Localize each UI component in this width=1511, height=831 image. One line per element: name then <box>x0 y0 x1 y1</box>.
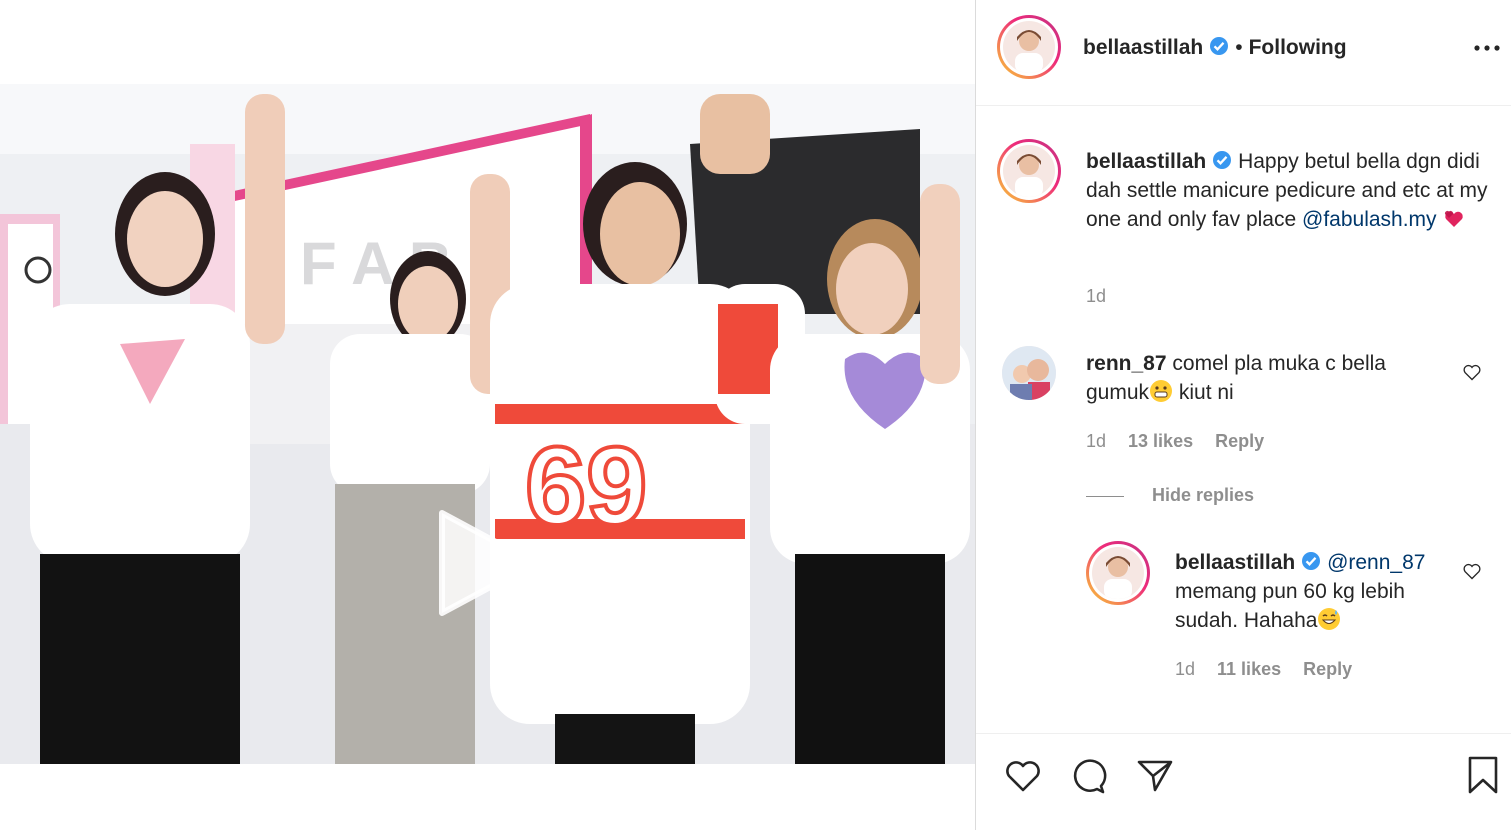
heart-icon[interactable] <box>1002 754 1044 796</box>
comment-meta: 1d 13 likes Reply <box>1086 431 1286 452</box>
hide-replies-line <box>1086 495 1124 497</box>
play-icon[interactable] <box>437 508 547 618</box>
reply-reply-button[interactable]: Reply <box>1303 659 1352 679</box>
grinning-sweat-icon <box>1318 608 1341 630</box>
author-username[interactable]: bellaastillah <box>1083 36 1203 59</box>
reply-time[interactable]: 1d <box>1175 659 1195 679</box>
commenter-avatar[interactable] <box>1002 346 1056 400</box>
grinning-face-icon <box>1150 380 1173 402</box>
post-video[interactable]: F A B U 69 <box>0 84 975 764</box>
two-hearts-icon <box>1445 210 1464 227</box>
reply-meta: 1d 11 likes Reply <box>1175 659 1374 680</box>
bookmark-icon[interactable] <box>1462 754 1504 796</box>
reply-username[interactable]: bellaastillah <box>1175 551 1295 574</box>
video-frame: F A B U 69 <box>0 84 975 764</box>
caption-mention-link[interactable]: @fabulash.my <box>1302 208 1437 231</box>
caption-avatar[interactable] <box>997 139 1061 203</box>
comment-text-tail: kiut ni <box>1173 381 1234 404</box>
comment-likes[interactable]: 13 likes <box>1128 431 1193 451</box>
media-column: F A B U 69 <box>0 0 975 830</box>
reply-mention-link[interactable]: @renn_87 <box>1327 551 1425 574</box>
header-title-row: bellaastillah • Following <box>1083 36 1347 60</box>
hide-replies-button[interactable]: Hide replies <box>1086 485 1254 506</box>
share-icon[interactable] <box>1134 754 1176 796</box>
caption-meta: 1d <box>1086 286 1128 307</box>
more-options-icon[interactable] <box>1473 38 1501 58</box>
author-avatar[interactable] <box>997 15 1061 79</box>
following-button[interactable]: Following <box>1249 36 1347 59</box>
comment-reply-button[interactable]: Reply <box>1215 431 1264 451</box>
post-action-bar <box>976 733 1511 831</box>
verified-badge-icon <box>1210 37 1229 55</box>
caption-username[interactable]: bellaastillah <box>1086 150 1206 173</box>
comment-time[interactable]: 1d <box>1086 431 1106 451</box>
comment-username[interactable]: renn_87 <box>1086 352 1167 375</box>
post-sidebar: bellaastillah • Following bellaastillah Ha… <box>976 0 1511 830</box>
comment-item: renn_87 comel pla muka c bella gumuk kiu… <box>1086 349 1446 407</box>
separator-dot: • <box>1235 36 1243 59</box>
reply-avatar[interactable] <box>1086 541 1150 605</box>
reply-item: bellaastillah @renn_87 memang pun 60 kg … <box>1175 548 1455 635</box>
verified-badge-icon <box>1213 151 1232 169</box>
post-caption: bellaastillah Happy betul bella dgn didi… <box>1086 147 1496 234</box>
reply-text: memang pun 60 kg lebih sudah. Hahaha <box>1175 580 1405 632</box>
hide-replies-label: Hide replies <box>1152 485 1255 505</box>
caption-time[interactable]: 1d <box>1086 286 1106 306</box>
comment-icon[interactable] <box>1068 754 1110 796</box>
comment-like-heart-icon[interactable] <box>1462 362 1482 382</box>
reply-likes[interactable]: 11 likes <box>1217 659 1281 679</box>
reply-like-heart-icon[interactable] <box>1462 561 1482 581</box>
post-header: bellaastillah • Following <box>976 0 1511 106</box>
verified-badge-icon <box>1302 552 1321 570</box>
